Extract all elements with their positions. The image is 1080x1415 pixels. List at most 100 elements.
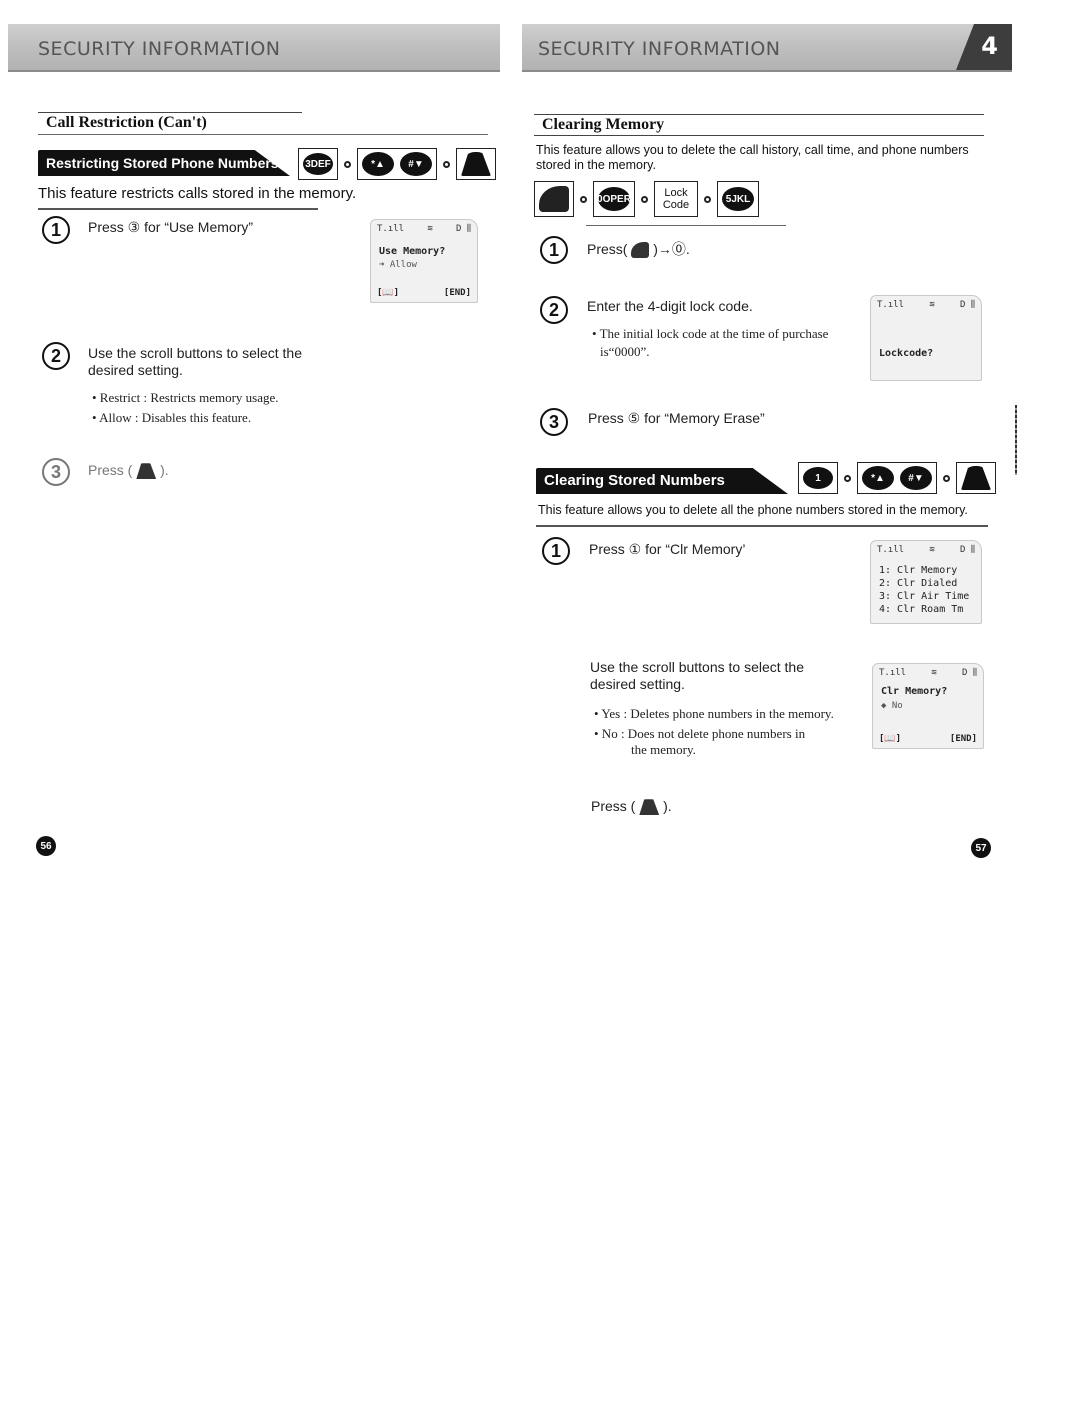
sub-description-rule [536, 525, 988, 527]
chapter-tab: 4 [956, 24, 1012, 70]
bullet-lock-code-value: is“0000”. [600, 344, 650, 359]
bullet-initial-lock-code: • The initial lock code at the time of p… [592, 326, 829, 341]
step-number-1: 1 [42, 216, 70, 244]
step-3-text-after: ). [160, 462, 169, 478]
bullet-allow: • Allow : Disables this feature. [92, 410, 252, 425]
screen-status-bar: T.ıll ≋ D ⫼ [877, 300, 975, 310]
bullet-no: • No : Does not delete phone numbers in [594, 726, 806, 741]
end-softkey: [END] [443, 288, 471, 298]
menu-key-icon [539, 186, 569, 212]
hash-down-key-icon: #▼ [400, 152, 432, 176]
menu-item-clr-memory: 1: Clr Memory [879, 565, 958, 576]
battery-icon: D ⫼ [456, 224, 471, 234]
bullet-no-cont: the memory. [631, 742, 696, 757]
menu-item-clr-roam-tm: 4: Clr Roam Tm [879, 604, 964, 615]
section-title-call-restriction: Call Restriction (Can't) [38, 112, 302, 134]
description-rule [38, 208, 318, 210]
separator-dot-icon [943, 474, 950, 482]
sub-step-1-text: Press ① for “Clr Memory’ [589, 541, 746, 557]
phonebook-softkey: [📖] [879, 734, 902, 744]
phone-screen-lockcode: T.ıll ≋ D ⫼ Lockcode? [870, 295, 982, 381]
scroll-keys-box: *▲ #▼ [357, 148, 437, 180]
separator-dot-icon [344, 160, 351, 168]
step-1-text-before: Press( [587, 241, 628, 257]
screen-status-bar: T.ıll ≋ D ⫼ [879, 668, 977, 678]
star-up-key-icon: *▲ [862, 466, 894, 490]
hash-down-key-icon: #▼ [900, 466, 932, 490]
step-3-text-before: Press ( [88, 462, 133, 478]
bullet-yes: • Yes : Deletes phone numbers in the mem… [594, 706, 834, 721]
phone-screen-clr-memory-confirm: T.ıll ≋ D ⫼ Clr Memory? ◆ No [📖] [END] [872, 663, 984, 749]
signal-icon: T.ıll [877, 300, 905, 310]
separator-dot-icon [580, 195, 587, 203]
screen-line-allow: ➜ Allow [379, 260, 417, 270]
battery-icon: D ⫼ [962, 668, 977, 678]
screen-line-clr-memory: Clr Memory? [881, 686, 948, 697]
key-1-box: 1 [798, 462, 838, 494]
battery-icon: D ⫼ [960, 545, 975, 555]
page-number-left: 56 [36, 836, 56, 856]
lock-code-label: Lock Code [662, 187, 690, 211]
step-3-text: Press ( ). [88, 462, 169, 480]
step-1-text: Press( )→⓪. [587, 239, 690, 259]
bullet-restrict: • Restrict : Restricts memory usage. [92, 390, 279, 405]
section-rule [38, 134, 488, 135]
screen-softkeys: [📖] [END] [377, 288, 471, 298]
step-2-text: Enter the 4-digit lock code. [587, 298, 753, 314]
star-up-key-icon: *▲ [362, 152, 394, 176]
step-number-2: 2 [42, 342, 70, 370]
battery-icon: D ⫼ [960, 300, 975, 310]
menu-item-clr-dialed: 2: Clr Dialed [879, 578, 958, 589]
key-0-icon: 0OPER [597, 187, 631, 211]
send-key-icon [136, 463, 157, 480]
right-description: This feature allows you to delete the ca… [536, 143, 969, 172]
step-1-text-after: )→⓪. [653, 241, 690, 257]
key-3-icon: 3DEF [303, 153, 333, 175]
phonebook-softkey: [📖] [377, 288, 400, 298]
separator-dot-icon [844, 474, 851, 482]
page-number-right: 57 [971, 838, 991, 858]
left-header-title: SECURITY INFORMATION [38, 38, 281, 60]
phone-screen-clear-menu: T.ıll ≋ D ⫼ 1: Clr Memory 2: Clr Dialed … [870, 540, 982, 624]
sub-step-2-text: Use the scroll buttons to select the des… [590, 659, 804, 692]
alert-icon: ≋ [427, 224, 433, 234]
right-key-sequence: 0OPER Lock Code 5JKL [534, 181, 759, 217]
step-1-text: Press ③ for “Use Memory” [88, 219, 254, 235]
menu-key-icon [631, 242, 650, 259]
sub-step-3-text-before: Press ( [591, 798, 636, 814]
send-key-box [956, 462, 996, 494]
key-5-icon: 5JKL [722, 187, 754, 211]
sub-description: This feature allows you to delete all th… [538, 503, 968, 517]
left-page-header: SECURITY INFORMATION [8, 24, 500, 72]
screen-status-bar: T.ıll ≋ D ⫼ [877, 545, 975, 555]
section-title-clearing-memory: Clearing Memory [534, 114, 984, 136]
screen-line-no: ◆ No [881, 701, 903, 711]
separator-dot-icon [641, 195, 648, 203]
scroll-keys-box: *▲ #▼ [857, 462, 937, 494]
send-key-icon [639, 799, 660, 816]
lock-code-box: Lock Code [654, 181, 698, 217]
send-key-box [456, 148, 496, 180]
right-page-header: SECURITY INFORMATION 4 [522, 24, 1012, 72]
banner-restricting-stored-numbers: Restricting Stored Phone Numbers [38, 150, 290, 176]
alert-icon: ≋ [929, 545, 935, 555]
key-1-icon: 1 [803, 467, 833, 489]
key-sequence-rule [586, 225, 786, 226]
binding-mark [1015, 405, 1017, 475]
key-0-box: 0OPER [593, 181, 635, 217]
step-3-text: Press ⑤ for “Memory Erase” [588, 410, 765, 426]
sub-step-3-text: Press ( ). [591, 798, 672, 816]
screen-line-use-memory: Use Memory? [379, 246, 446, 257]
sub-step-3-text-after: ). [663, 798, 672, 814]
screen-status-bar: T.ıll ≋ D ⫼ [377, 224, 471, 234]
step-number-2: 2 [540, 296, 568, 324]
menu-item-clr-air-time: 3: Clr Air Time [879, 591, 970, 602]
alert-icon: ≋ [931, 668, 937, 678]
end-softkey: [END] [949, 734, 977, 744]
alert-icon: ≋ [929, 300, 935, 310]
signal-icon: T.ıll [879, 668, 907, 678]
key-5-box: 5JKL [717, 181, 759, 217]
step-2-text: Use the scroll buttons to select the des… [88, 345, 302, 378]
screen-line-lockcode: Lockcode? [879, 348, 934, 359]
step-number-3: 3 [540, 408, 568, 436]
